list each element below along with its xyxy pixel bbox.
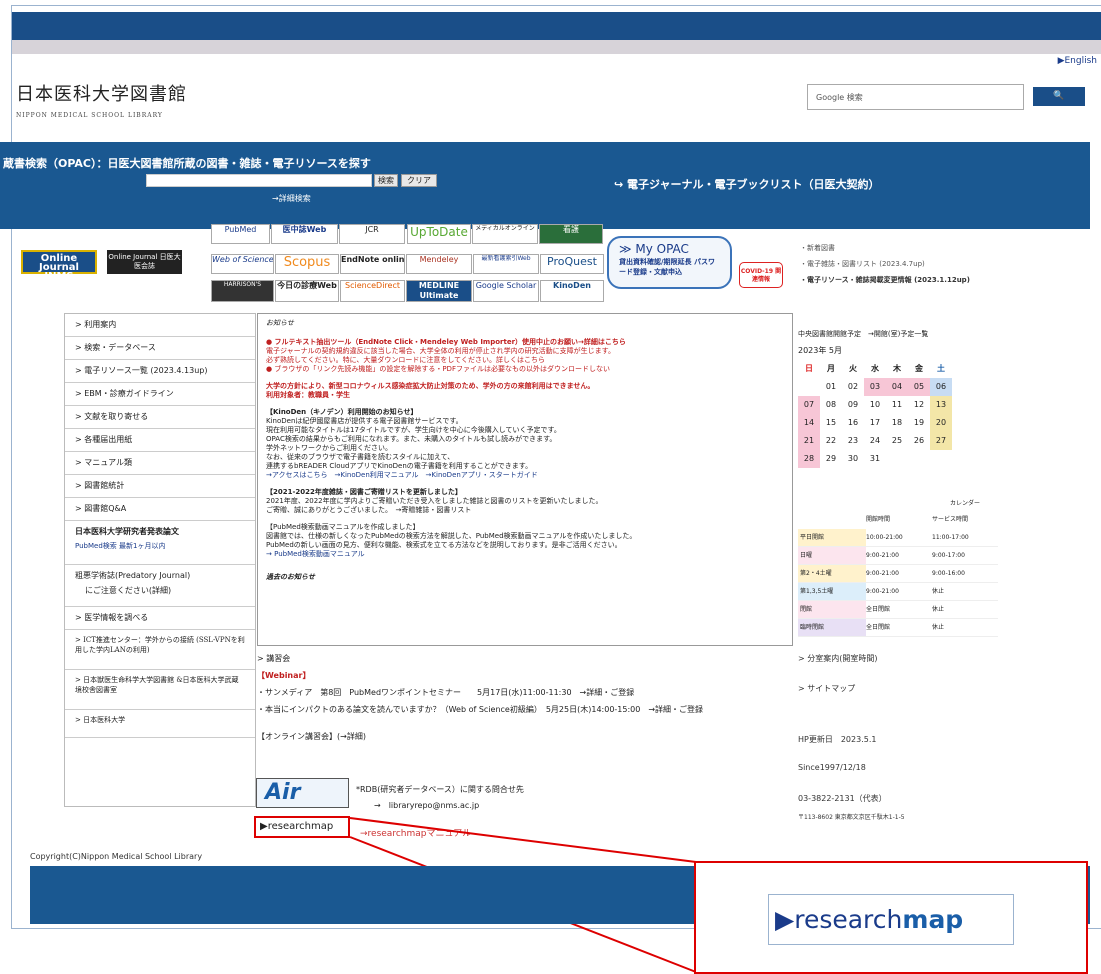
copyright: Copyright(C)Nippon Medical School Librar… [30, 852, 203, 861]
callout-line-top [349, 817, 697, 863]
callout-lines [349, 817, 697, 973]
callout-map: map [902, 905, 964, 934]
researchmap-callout-logo[interactable]: ▶researchmap [768, 894, 1014, 945]
callout-research: ▶research [775, 905, 903, 934]
researchmap-callout: ▶researchmap [694, 861, 1088, 974]
